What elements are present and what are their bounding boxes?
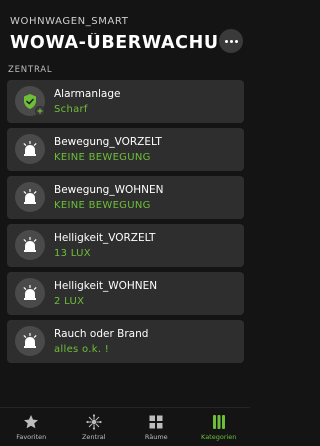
nav-item-favoriten[interactable]: Favoriten [0, 408, 63, 446]
nav-label: Räume [144, 433, 168, 441]
device-status: KEINE BEWEGUNG [54, 152, 151, 163]
hub-icon [86, 414, 102, 430]
device-name: Bewegung_VORZELT [54, 136, 162, 148]
device-name: Alarmanlage [54, 88, 121, 100]
star-icon [23, 414, 39, 430]
nav-item-kategorien[interactable]: Kategorien [188, 408, 251, 446]
device-status: KEINE BEWEGUNG [54, 200, 151, 211]
grid-icon [148, 414, 164, 430]
device-card-helligkeit-wohnen[interactable]: Helligkeit_WOHNEN 2 LUX [7, 272, 244, 315]
device-name: Bewegung_WOHNEN [54, 184, 164, 196]
siren-icon [15, 182, 45, 212]
nav-label: Zentral [81, 433, 106, 441]
device-card-bewegung-vorzelt[interactable]: Bewegung_VORZELT KEINE BEWEGUNG [7, 128, 244, 171]
app-header: WOHNWAGEN_SMART WOWA-ÜBERWACHU... [0, 0, 250, 70]
nav-label: Favoriten [16, 433, 47, 441]
device-card-rauch-oder-brand[interactable]: Rauch oder Brand alles o.k. ! [7, 320, 244, 363]
app-name: WOHNWAGEN_SMART [10, 16, 129, 27]
device-list: Alarmanlage Scharf Bewegung_VORZELT KEIN… [7, 80, 244, 368]
device-status: alles o.k. ! [54, 344, 110, 355]
categories-icon [211, 414, 227, 430]
device-name: Helligkeit_VORZELT [54, 232, 156, 244]
page-title: WOWA-ÜBERWACHU... [10, 33, 218, 53]
siren-icon [15, 230, 45, 260]
shield-check-icon [15, 86, 45, 116]
more-dot [224, 39, 228, 43]
bottom-nav: Favoriten Zentral Räume Kategorien [0, 407, 250, 446]
siren-icon [15, 134, 45, 164]
device-status: 13 LUX [54, 248, 91, 259]
nav-label: Kategorien [201, 433, 237, 441]
device-status: Scharf [54, 104, 88, 115]
device-status: 2 LUX [54, 296, 85, 307]
more-options-button[interactable] [219, 29, 243, 53]
siren-icon [15, 326, 45, 356]
more-dot [229, 39, 233, 43]
section-label: ZENTRAL [8, 65, 53, 75]
siren-icon [15, 278, 45, 308]
device-name: Rauch oder Brand [54, 328, 149, 340]
more-dot [234, 39, 238, 43]
device-card-bewegung-wohnen[interactable]: Bewegung_WOHNEN KEINE BEWEGUNG [7, 176, 244, 219]
add-badge-icon [35, 106, 45, 116]
nav-item-zentral[interactable]: Zentral [63, 408, 126, 446]
nav-item-raeume[interactable]: Räume [125, 408, 188, 446]
device-card-alarmanlage[interactable]: Alarmanlage Scharf [7, 80, 244, 123]
device-card-helligkeit-vorzelt[interactable]: Helligkeit_VORZELT 13 LUX [7, 224, 244, 267]
device-name: Helligkeit_WOHNEN [54, 280, 158, 292]
